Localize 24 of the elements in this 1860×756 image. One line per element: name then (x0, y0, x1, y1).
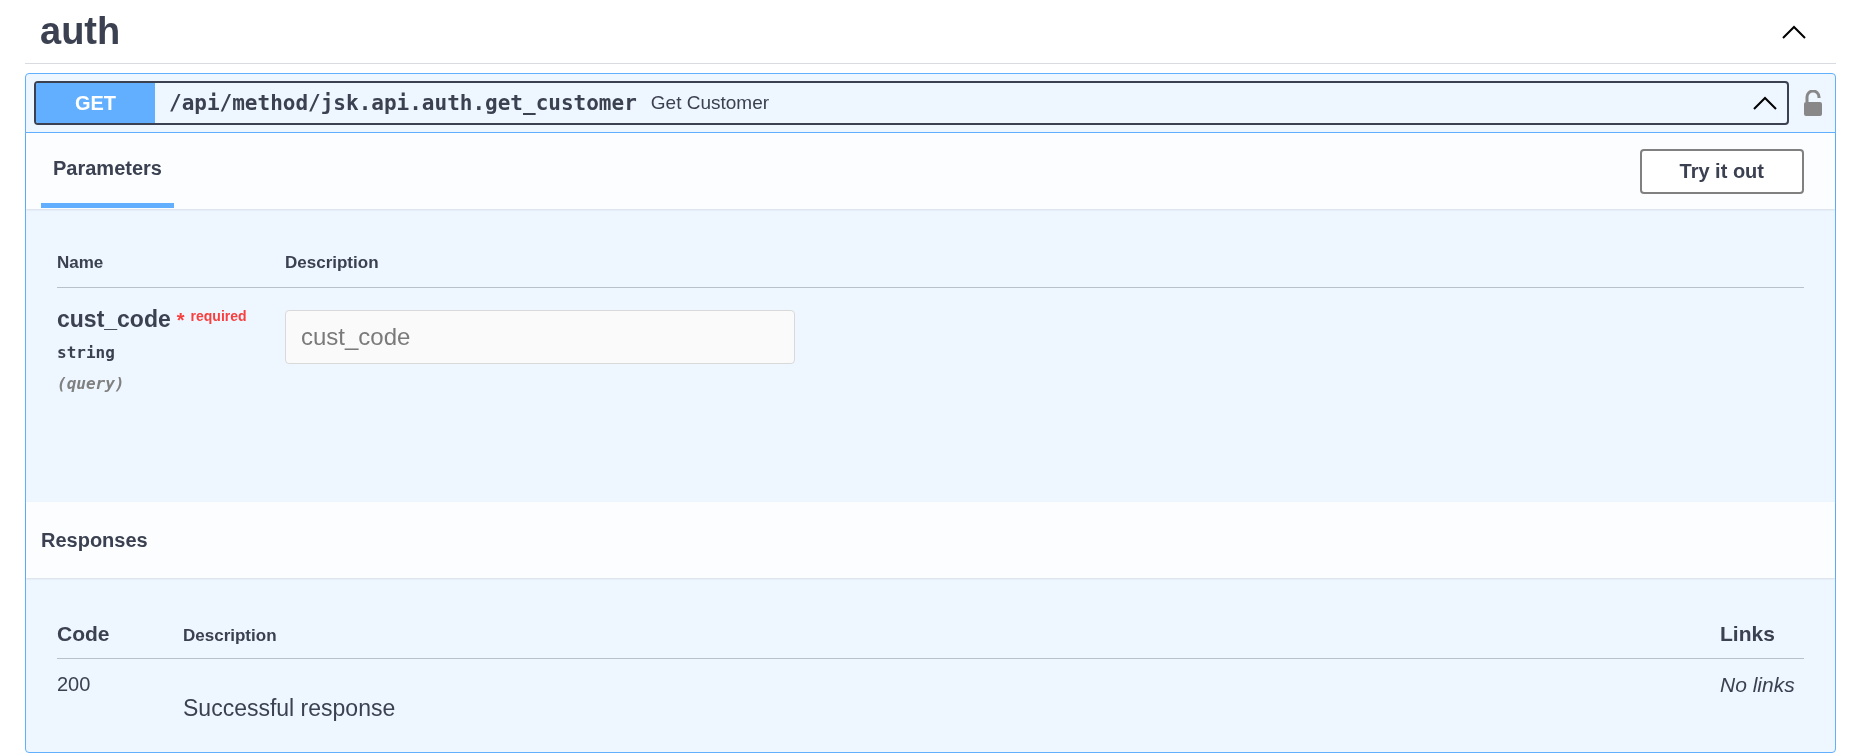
operation-summary[interactable]: GET /api/method/jsk.api.auth.get_customer Get Customer (34, 81, 1789, 125)
method-badge: GET (36, 83, 155, 123)
column-header: Description (285, 253, 379, 273)
response-code: 200 (57, 673, 92, 697)
operation-summary-text: Get Customer (650, 92, 771, 114)
endpoint-path: /api/method/jsk.api.auth.get_customer (169, 91, 637, 115)
try-it-out-button[interactable]: Try it out (1639, 148, 1804, 194)
parameters-tab[interactable]: Parameters (41, 134, 174, 208)
required-mark: * (176, 309, 185, 331)
tag-title[interactable]: auth (40, 10, 121, 53)
responses-title: Responses (41, 528, 148, 552)
response-description: Successful response (183, 694, 397, 722)
response-links: No links (1720, 673, 1796, 698)
parameter-name: cust_code (57, 306, 171, 332)
parameter-type: string (57, 343, 116, 362)
padlock-icon[interactable] (1803, 90, 1823, 116)
column-header: Name (57, 253, 105, 273)
column-header: Links (1720, 622, 1776, 646)
collapse-icon[interactable] (1782, 24, 1806, 39)
column-header: Description (183, 626, 278, 646)
collapse-icon[interactable] (1753, 96, 1777, 110)
column-header: Code (57, 622, 111, 646)
parameter-location: (query) (57, 374, 126, 393)
required-label: required (190, 307, 247, 324)
